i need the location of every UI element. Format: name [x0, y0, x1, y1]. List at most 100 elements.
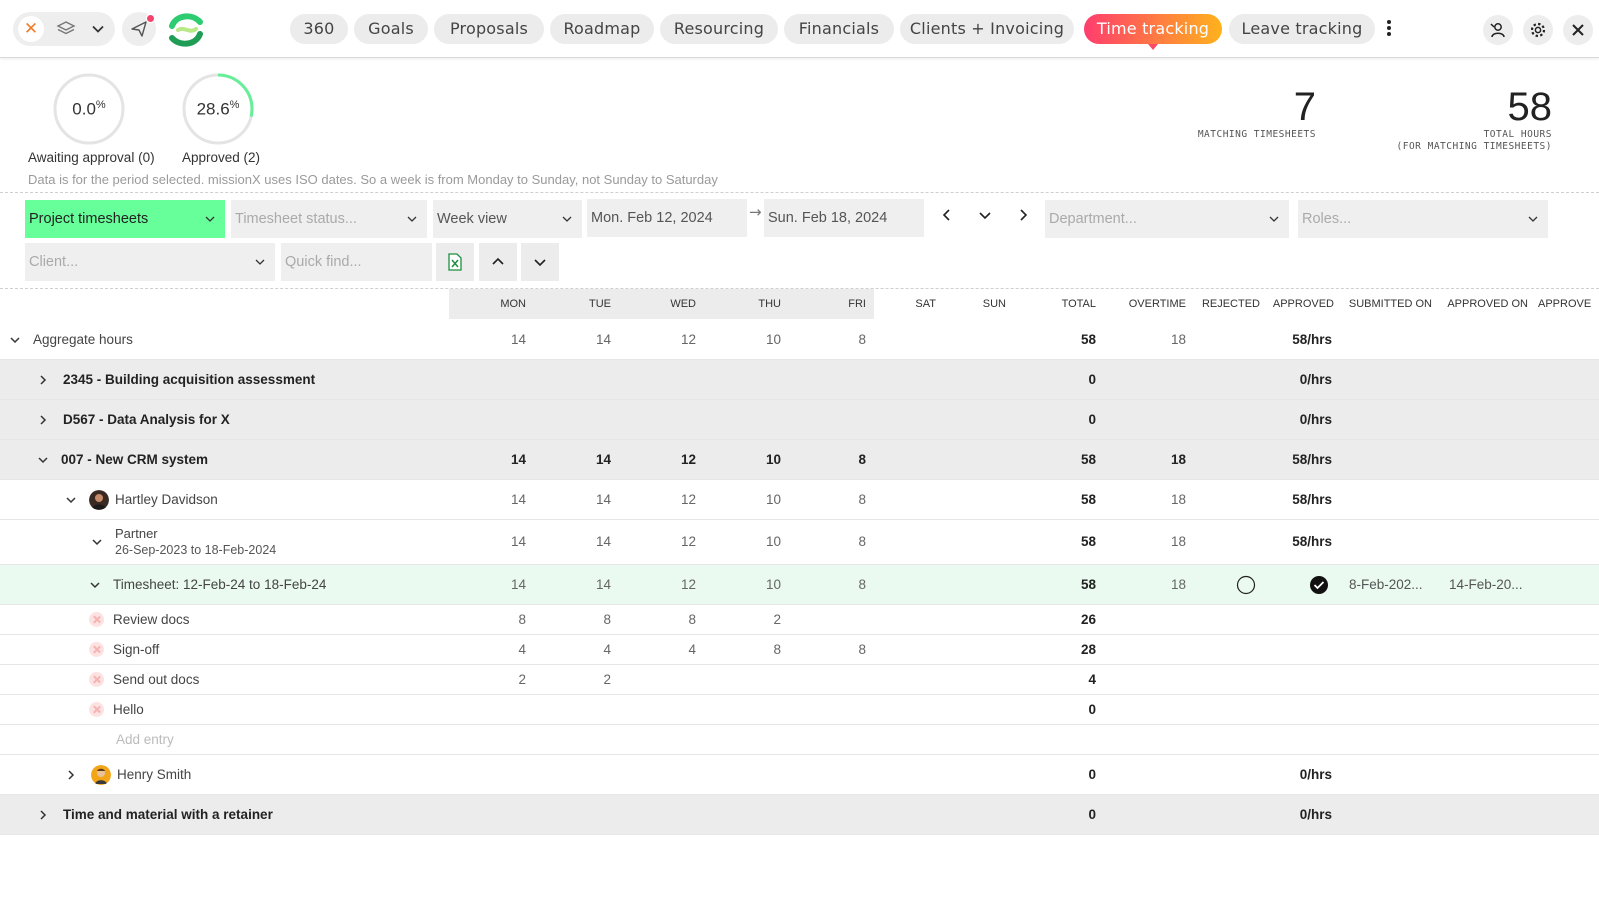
settings-button[interactable]	[1523, 15, 1553, 45]
add-entry-button[interactable]: Add entry	[116, 732, 174, 747]
more-menu-icon[interactable]	[1383, 18, 1395, 40]
table-row-aggregate[interactable]: Aggregate hours 14 14 12 10 8 58 18 58/h…	[0, 320, 1599, 360]
tab-proposals[interactable]: Proposals	[434, 14, 544, 44]
chevron-down-icon[interactable]	[91, 536, 103, 548]
timesheet-status-select[interactable]: Timesheet status...	[231, 200, 427, 238]
cell-total: 58	[1080, 534, 1096, 549]
cell-tue: 14	[595, 452, 611, 467]
total-hours-value: 58	[1507, 85, 1553, 129]
user-switch-button[interactable]	[1483, 15, 1513, 45]
cell-mon: 14	[510, 577, 526, 592]
view-select[interactable]: Week view	[433, 200, 582, 238]
table-row-person[interactable]: Hartley Davidson 14 14 12 10 8 58 18 58/…	[0, 480, 1599, 520]
chevron-right-icon[interactable]	[1016, 208, 1030, 222]
tab-clients-invoicing[interactable]: Clients + Invoicing	[900, 14, 1074, 44]
cell-fri: 8	[858, 577, 866, 592]
tab-roadmap[interactable]: Roadmap	[550, 14, 654, 44]
tab-financials[interactable]: Financials	[784, 14, 894, 44]
col-wed: WED	[670, 298, 696, 310]
chevron-left-icon[interactable]	[940, 208, 954, 222]
cell-tue[interactable]: 4	[565, 642, 611, 657]
cell-total: 0	[1088, 412, 1096, 427]
cell-overtime: 18	[1170, 577, 1186, 592]
collapse-all-button[interactable]	[479, 243, 517, 281]
table-row-project[interactable]: Time and material with a retainer 0 0/hr…	[0, 795, 1599, 835]
layers-icon[interactable]	[55, 19, 77, 39]
awaiting-approval-value: 0.0%	[72, 99, 106, 119]
roles-select[interactable]: Roles...	[1298, 200, 1548, 238]
cell-tue[interactable]: 2	[565, 672, 611, 687]
cell-mon[interactable]: 8	[480, 612, 526, 627]
chevron-right-icon[interactable]	[37, 374, 49, 386]
table-row-role[interactable]: Partner 26-Sep-2023 to 18-Feb-2024 14 14…	[0, 520, 1599, 565]
cell-fri[interactable]: 8	[820, 642, 866, 657]
project-name: D567 - Data Analysis for X	[63, 412, 230, 427]
gear-icon	[1530, 22, 1546, 38]
export-excel-button[interactable]	[436, 243, 474, 281]
table-row-timesheet[interactable]: Timesheet: 12-Feb-24 to 18-Feb-24 14 14 …	[0, 565, 1599, 605]
close-button[interactable]	[1563, 15, 1593, 45]
cell-approved: 58/hrs	[1292, 452, 1332, 467]
reject-radio[interactable]	[1236, 575, 1256, 595]
table-row-task[interactable]: Hello 0	[0, 695, 1599, 725]
tab-goals[interactable]: Goals	[354, 14, 428, 44]
task-name: Hello	[113, 702, 144, 717]
approved-check-icon[interactable]	[1309, 575, 1329, 595]
cell-mon: 14	[510, 332, 526, 347]
chevron-right-icon[interactable]	[37, 414, 49, 426]
table-row-project[interactable]: 007 - New CRM system 14 14 12 10 8 58 18…	[0, 440, 1599, 480]
project-type-value: Project timesheets	[29, 211, 149, 227]
client-select[interactable]: Client...	[25, 243, 275, 281]
chevron-down-icon[interactable]	[65, 494, 77, 506]
chevron-right-icon[interactable]	[37, 809, 49, 821]
chevron-down-icon[interactable]	[9, 334, 21, 346]
tab-resourcing[interactable]: Resourcing	[660, 14, 778, 44]
app-switcher[interactable]: ✕	[13, 12, 115, 46]
divider	[0, 192, 1599, 193]
department-select[interactable]: Department...	[1045, 200, 1289, 238]
tab-360[interactable]: 360	[290, 14, 348, 44]
chevron-down-icon[interactable]	[89, 579, 101, 591]
cell-wed: 12	[680, 534, 696, 549]
tab-leave-tracking[interactable]: Leave tracking	[1229, 14, 1375, 44]
cell-mon[interactable]: 4	[480, 642, 526, 657]
cell-total: 58	[1080, 577, 1096, 592]
delete-task-icon[interactable]	[89, 612, 104, 627]
cell-mon[interactable]: 2	[480, 672, 526, 687]
delete-task-icon[interactable]	[89, 672, 104, 687]
delete-task-icon[interactable]	[89, 642, 104, 657]
date-to-input[interactable]: Sun. Feb 18, 2024	[764, 199, 924, 237]
send-button[interactable]	[122, 12, 156, 46]
cell-thu[interactable]: 8	[735, 642, 781, 657]
cell-tue[interactable]: 8	[565, 612, 611, 627]
chevron-right-icon[interactable]	[65, 769, 77, 781]
table-row-task[interactable]: Send out docs 2 2 4	[0, 665, 1599, 695]
date-from-input[interactable]: Mon. Feb 12, 2024	[587, 199, 747, 237]
cell-tue: 14	[595, 332, 611, 347]
table-row-project[interactable]: D567 - Data Analysis for X 0 0/hrs	[0, 400, 1599, 440]
cell-overtime: 18	[1170, 492, 1186, 507]
delete-task-icon[interactable]	[89, 702, 104, 717]
task-name: Review docs	[113, 612, 190, 627]
table-row-project[interactable]: 2345 - Building acquisition assessment 0…	[0, 360, 1599, 400]
table-row-task[interactable]: Sign-off 4 4 4 8 8 28	[0, 635, 1599, 665]
quick-find-input[interactable]: Quick find...	[281, 243, 432, 281]
tab-time-tracking[interactable]: Time tracking	[1084, 14, 1222, 50]
cell-fri: 8	[858, 492, 866, 507]
chevron-down-icon[interactable]	[978, 208, 992, 222]
col-total: TOTAL	[1061, 298, 1096, 310]
cell-wed[interactable]: 4	[650, 642, 696, 657]
table-row-task[interactable]: Review docs 8 8 8 2 26	[0, 605, 1599, 635]
project-type-select[interactable]: Project timesheets	[25, 200, 225, 238]
chevron-down-icon[interactable]	[89, 20, 107, 38]
cell-total: 58	[1080, 452, 1096, 467]
chevron-down-icon[interactable]	[37, 454, 49, 466]
expand-all-button[interactable]	[521, 243, 559, 281]
table-row-person[interactable]: Henry Smith 0 0/hrs	[0, 755, 1599, 795]
add-entry-row[interactable]: Add entry	[0, 725, 1599, 755]
avatar	[91, 765, 111, 785]
cell-approved: 0/hrs	[1299, 372, 1332, 387]
cell-wed[interactable]: 8	[650, 612, 696, 627]
cell-thu[interactable]: 2	[735, 612, 781, 627]
cell-fri: 8	[858, 452, 866, 467]
